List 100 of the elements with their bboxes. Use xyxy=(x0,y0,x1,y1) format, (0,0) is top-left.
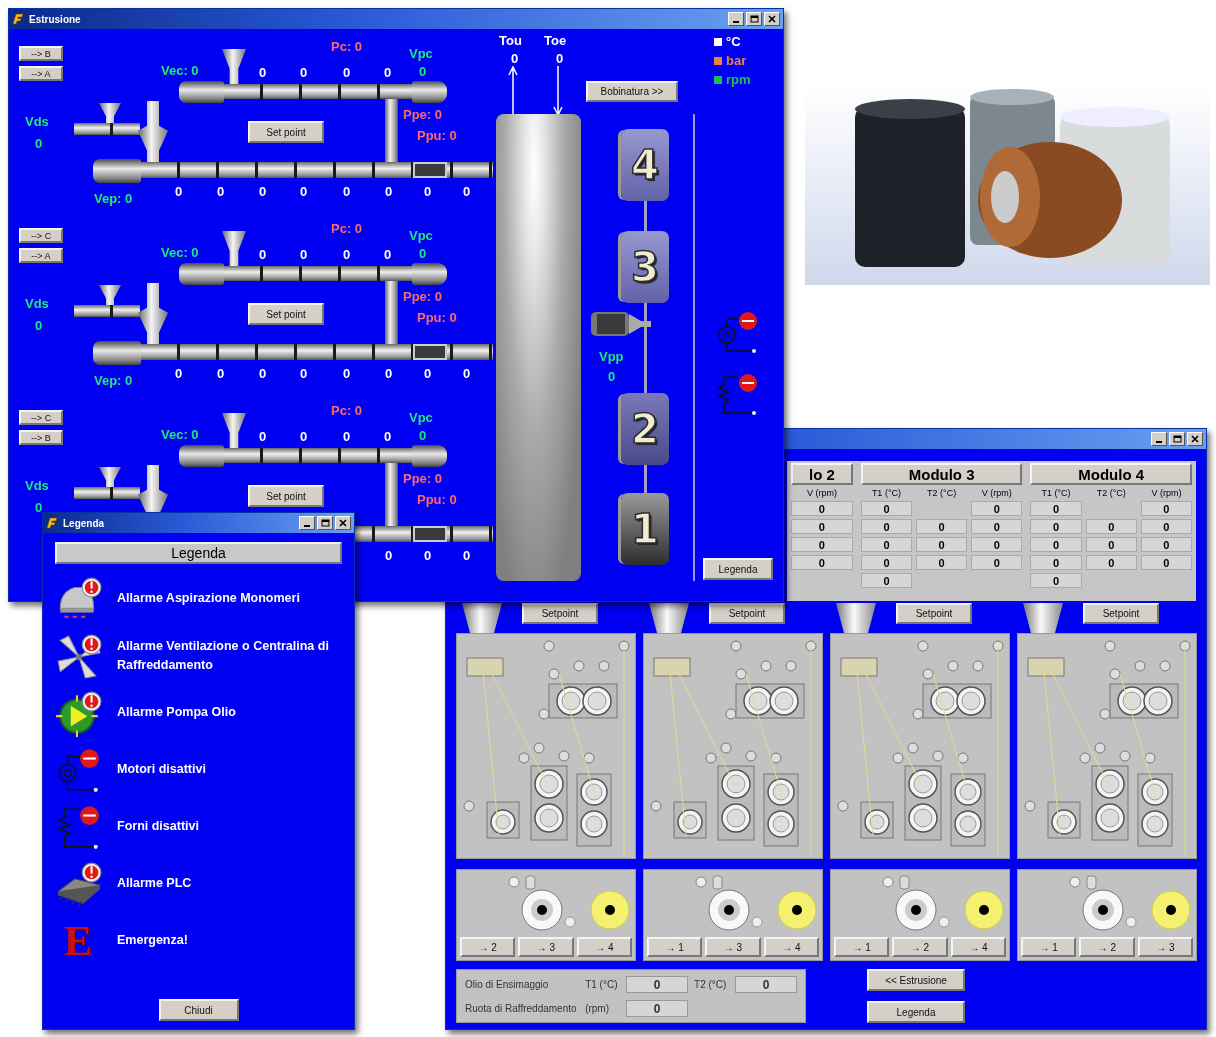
setpoint-button[interactable]: Setpoint xyxy=(1083,603,1159,624)
maximize-icon xyxy=(320,519,330,527)
legend-text: Allarme Pompa Olio xyxy=(117,704,237,721)
value-cell: 0 xyxy=(860,519,913,534)
setpoint-button[interactable]: Setpoint xyxy=(522,603,598,624)
column-header: T1 (°C) xyxy=(1040,488,1072,498)
setpoint-button[interactable]: Setpoint xyxy=(896,603,972,624)
temperature-value: 0 xyxy=(385,366,393,381)
temperature-label: Toe xyxy=(544,33,567,48)
value-cell: 0 xyxy=(916,537,968,552)
temperature-value: 0 xyxy=(424,366,432,381)
transfer-button[interactable]: → 1 xyxy=(647,937,703,957)
winding-button[interactable]: Bobinatura >> xyxy=(586,81,678,102)
pressure-label: Ppu: 0 xyxy=(417,310,457,325)
temperature-value: 0 xyxy=(511,51,519,66)
maximize-button[interactable] xyxy=(746,12,762,26)
route-button[interactable]: --> A xyxy=(19,66,63,81)
legend-text: Emergenza! xyxy=(117,932,189,949)
temperature-value: 0 xyxy=(300,366,308,381)
temperature-value: 0 xyxy=(343,65,351,80)
temperature-value: 0 xyxy=(300,65,308,80)
speed-value: 0 xyxy=(35,500,43,515)
transfer-button[interactable]: → 1 xyxy=(834,937,890,957)
temperature-value: 0 xyxy=(384,65,392,80)
temperature-value: 0 xyxy=(385,184,393,199)
route-button[interactable]: --> A xyxy=(19,248,63,263)
filter-drawing xyxy=(413,162,447,178)
column-header: V (rpm) xyxy=(805,488,838,498)
speed-value: 0 xyxy=(419,246,427,261)
legend-button[interactable]: Legenda xyxy=(867,1001,965,1023)
route-button[interactable]: --> B xyxy=(19,46,63,61)
pressure-label: Ppu: 0 xyxy=(417,492,457,507)
transfer-button[interactable]: → 1 xyxy=(1021,937,1077,957)
value-cell: 0 xyxy=(860,537,913,552)
module-number: 2 xyxy=(631,406,659,452)
setpoint-button[interactable]: Set point xyxy=(248,121,324,143)
transfer-button[interactable]: → 3 xyxy=(518,937,574,957)
nozzle-drawing xyxy=(412,81,447,103)
minimize-button[interactable] xyxy=(1151,432,1167,446)
legend-text: Allarme Aspirazione Monomeri xyxy=(117,590,301,607)
window-title: Estrusione xyxy=(29,13,81,25)
temperature-value: 0 xyxy=(385,548,393,563)
temperature-value: 0 xyxy=(300,247,308,262)
legend-text: Forni disattivi xyxy=(117,818,200,835)
route-button[interactable]: --> B xyxy=(19,430,63,445)
temperature-value: 0 xyxy=(217,366,225,381)
inflow-arrow xyxy=(553,66,563,116)
transfer-button[interactable]: → 2 xyxy=(892,937,948,957)
close-button[interactable] xyxy=(1187,432,1203,446)
pressure-label: Ppu: 0 xyxy=(417,128,457,143)
temperature-value: 0 xyxy=(259,429,267,444)
speed-value: 0 xyxy=(35,136,43,151)
speed-label: Vpc xyxy=(409,410,433,425)
speed-value: 0 xyxy=(35,318,43,333)
value-cell: 0 xyxy=(860,573,913,588)
setpoint-button[interactable]: Set point xyxy=(248,303,324,325)
field-label: (rpm) xyxy=(585,1002,611,1014)
transfer-button[interactable]: → 3 xyxy=(705,937,761,957)
transfer-button[interactable]: → 4 xyxy=(950,937,1006,957)
maximize-button[interactable] xyxy=(317,516,333,530)
extrusion-button[interactable]: << Estrusione xyxy=(867,969,965,991)
transfer-button[interactable]: → 2 xyxy=(1079,937,1135,957)
transfer-button[interactable]: → 4 xyxy=(576,937,632,957)
pressure-label: Ppe: 0 xyxy=(403,107,442,122)
transfer-button[interactable]: → 3 xyxy=(1137,937,1193,957)
pump-motor-drawing xyxy=(591,311,651,337)
unit-label: rpm xyxy=(726,72,751,87)
close-button[interactable]: Chiudi xyxy=(158,999,239,1021)
route-button[interactable]: --> C xyxy=(19,228,63,243)
column-header: V (rpm) xyxy=(980,488,1013,498)
legend-button[interactable]: Legenda xyxy=(703,558,773,580)
value-cell: 0 xyxy=(791,501,853,516)
transfer-button[interactable]: → 2 xyxy=(460,937,516,957)
value-cell: 0 xyxy=(791,519,853,534)
temperature-value: 0 xyxy=(300,184,308,199)
speed-label: Vds xyxy=(25,478,49,493)
minimize-button[interactable] xyxy=(728,12,744,26)
temperature-value: 0 xyxy=(424,184,432,199)
close-button[interactable] xyxy=(764,12,780,26)
temperature-value: 0 xyxy=(300,429,308,444)
filter-drawing xyxy=(413,344,447,360)
temperature-value: 0 xyxy=(384,247,392,262)
close-icon xyxy=(768,15,776,23)
chip-alarm-icon xyxy=(54,859,102,908)
setpoint-button[interactable]: Setpoint xyxy=(709,603,785,624)
maximize-button[interactable] xyxy=(1169,432,1185,446)
setpoint-button[interactable]: Set point xyxy=(248,485,324,507)
value-cell: 0 xyxy=(1030,519,1082,534)
maximize-icon xyxy=(1172,435,1182,443)
column-header: T2 (°C) xyxy=(1095,488,1127,498)
window-title: Legenda xyxy=(63,517,105,529)
pipe-drawing xyxy=(74,487,140,499)
minimize-button[interactable] xyxy=(299,516,315,530)
transfer-button[interactable]: → 4 xyxy=(763,937,819,957)
route-button[interactable]: --> C xyxy=(19,410,63,425)
speed-value: 0 xyxy=(608,369,616,384)
speed-value: 0 xyxy=(419,64,427,79)
close-button[interactable] xyxy=(335,516,351,530)
value-cell: 0 xyxy=(1030,537,1082,552)
value-cell: 0 xyxy=(860,501,913,516)
